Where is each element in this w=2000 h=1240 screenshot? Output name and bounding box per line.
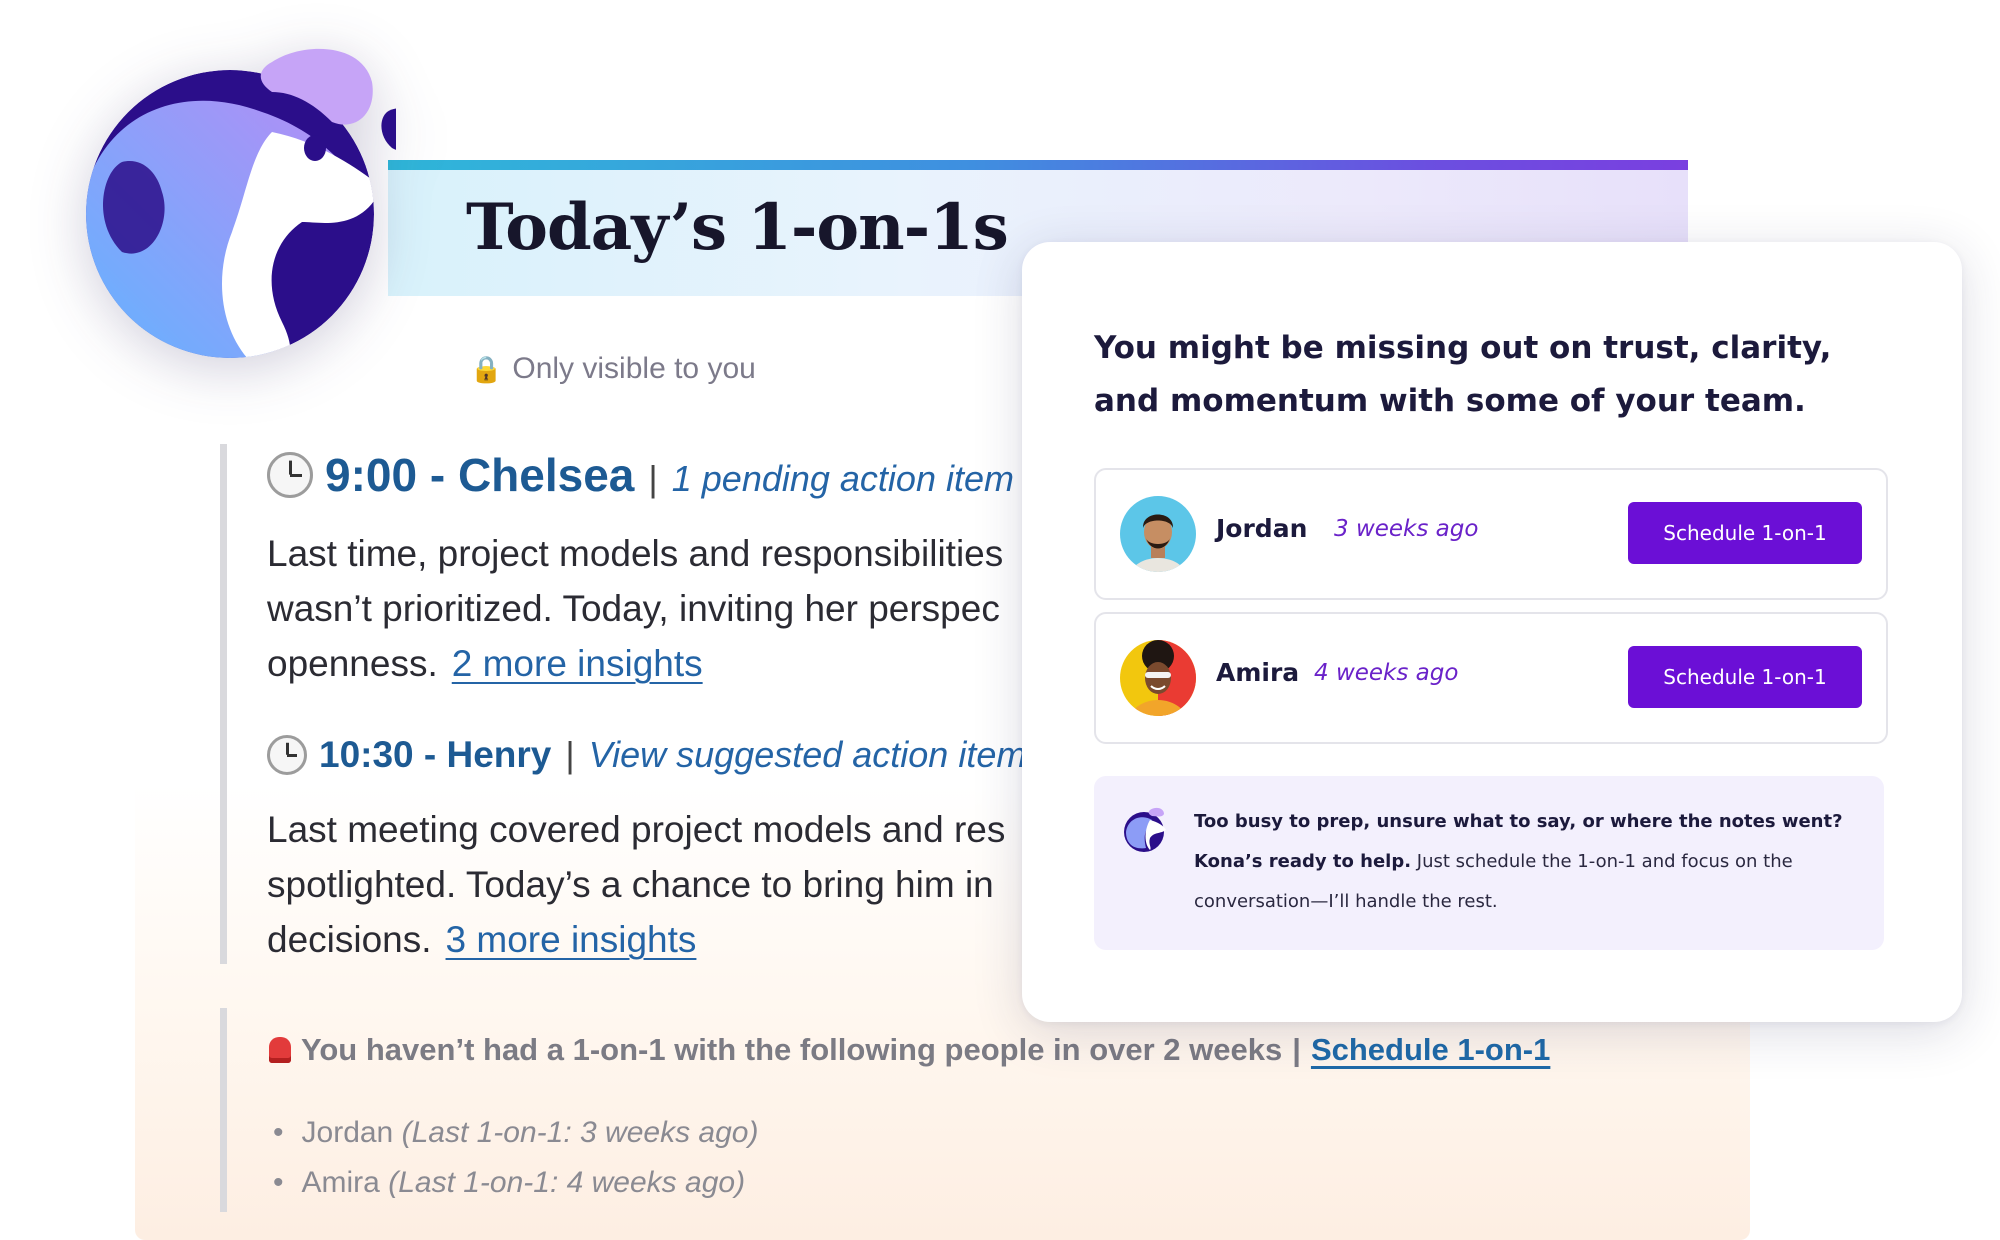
- meeting-header-henry: 10:30 - Henry | View suggested action it…: [267, 734, 1026, 776]
- suggested-action-link[interactable]: View suggested action item: [589, 734, 1027, 776]
- last-meeting-ago: 3 weeks ago: [1334, 516, 1479, 542]
- overdue-text: You haven’t had a 1-on-1 with the follow…: [301, 1032, 1283, 1067]
- panel-title: You might be missing out on trust, clari…: [1094, 330, 1832, 419]
- person-name: Amira: [301, 1166, 380, 1199]
- meeting-time-name[interactable]: 10:30 - Henry: [319, 734, 551, 776]
- schedule-link[interactable]: Schedule 1-on-1: [1311, 1032, 1550, 1068]
- summary-line: decisions.: [267, 919, 432, 960]
- separator: |: [565, 734, 575, 775]
- separator: |: [1292, 1032, 1301, 1067]
- meetings-list: 9:00 - Chelsea | 1 pending action item L…: [220, 444, 1027, 964]
- avatar: [1120, 496, 1196, 572]
- reminder-panel: You might be missing out on trust, clari…: [1022, 242, 1962, 1022]
- person-card-jordan: Jordan 3 weeks ago Schedule 1-on-1: [1094, 468, 1888, 600]
- more-insights-link[interactable]: 3 more insights: [446, 919, 697, 960]
- tip-text: Too busy to prep, unsure what to say, or…: [1194, 802, 1854, 922]
- overdue-heading: You haven’t had a 1-on-1 with the follow…: [269, 1032, 1550, 1068]
- person-name: Jordan: [1216, 514, 1308, 543]
- dog-mascot-icon: [86, 48, 396, 358]
- summary-line: openness.: [267, 643, 438, 684]
- list-item: Jordan (Last 1-on-1: 3 weeks ago): [273, 1108, 759, 1158]
- list-item: Amira (Last 1-on-1: 4 weeks ago): [273, 1158, 758, 1208]
- summary-line: spotlighted. Today’s a chance to bring h…: [267, 864, 994, 905]
- pending-action-link[interactable]: 1 pending action item: [672, 458, 1014, 500]
- siren-icon: [269, 1037, 291, 1063]
- clock-icon: [267, 735, 307, 775]
- last-meeting: (Last 1-on-1: 4 weeks ago): [388, 1166, 746, 1199]
- kona-icon: [1124, 807, 1166, 852]
- summary-line: Last meeting covered project models and …: [267, 809, 1006, 850]
- overdue-notice: You haven’t had a 1-on-1 with the follow…: [220, 1008, 1627, 1212]
- person-name: Jordan: [301, 1116, 394, 1149]
- last-meeting: (Last 1-on-1: 3 weeks ago): [401, 1116, 759, 1149]
- avatar: [1120, 640, 1196, 716]
- schedule-button[interactable]: Schedule 1-on-1: [1628, 646, 1862, 708]
- last-meeting-ago: 4 weeks ago: [1314, 660, 1459, 686]
- page-title: Today’s 1-on-1s: [466, 190, 1009, 265]
- banner-accent-bar: [388, 160, 1688, 170]
- kona-tip: Too busy to prep, unsure what to say, or…: [1094, 776, 1884, 950]
- meeting-summary-henry: Last meeting covered project models and …: [267, 802, 1027, 967]
- separator: |: [648, 458, 658, 499]
- clock-icon: [267, 452, 313, 498]
- meeting-header-chelsea: 9:00 - Chelsea | 1 pending action item: [267, 448, 1014, 502]
- summary-line: Last time, project models and responsibi…: [267, 533, 1004, 574]
- meeting-summary-chelsea: Last time, project models and responsibi…: [267, 526, 1027, 691]
- summary-line: wasn’t prioritized. Today, inviting her …: [267, 588, 1000, 629]
- visibility-note: 🔒 Only visible to you: [470, 352, 756, 386]
- more-insights-link[interactable]: 2 more insights: [452, 643, 703, 684]
- meeting-time-name[interactable]: 9:00 - Chelsea: [325, 448, 634, 502]
- visibility-text: Only visible to you: [512, 352, 756, 385]
- person-card-amira: Amira 4 weeks ago Schedule 1-on-1: [1094, 612, 1888, 744]
- overdue-people-list: Jordan (Last 1-on-1: 3 weeks ago) Amira …: [273, 1108, 759, 1208]
- schedule-button[interactable]: Schedule 1-on-1: [1628, 502, 1862, 564]
- person-name: Amira: [1216, 658, 1300, 687]
- lock-icon: 🔒: [470, 353, 503, 384]
